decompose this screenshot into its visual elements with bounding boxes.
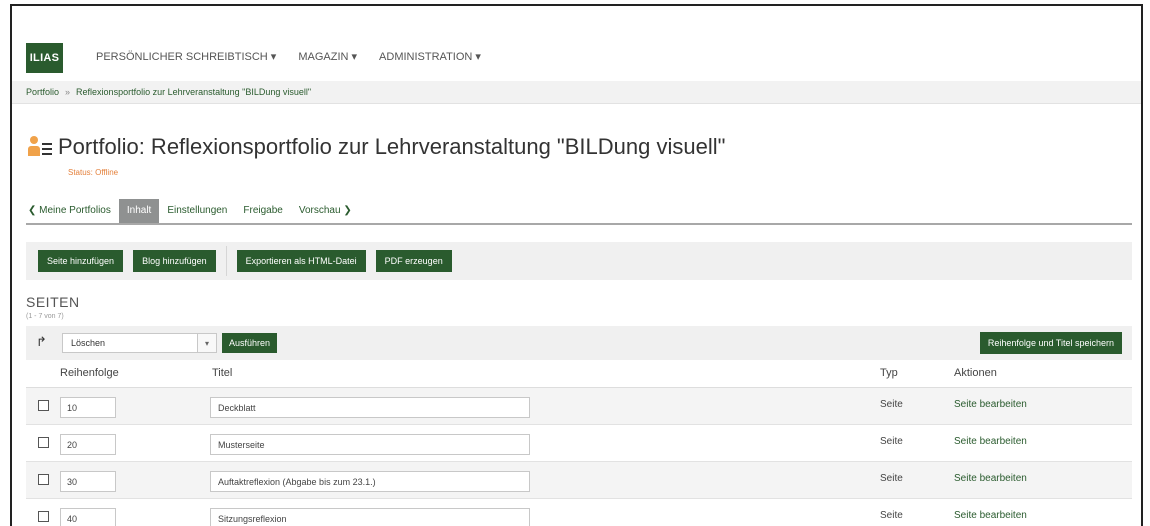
tab-content[interactable]: Inhalt [118,199,160,223]
tab-my-portfolios[interactable]: ❮ Meine Portfolios [26,199,119,223]
table-row: 30 Auftaktreflexion (Abgabe bis zum 23.1… [26,462,1132,499]
select-all-arrow-icon: ↱ [36,334,47,349]
edit-page-link[interactable]: Seite bearbeiten [954,436,1027,447]
add-page-button[interactable]: Seite hinzufügen [38,250,124,272]
order-input[interactable]: 30 [60,471,116,492]
status-text: Status: Offline [68,168,119,177]
order-input[interactable]: 40 [60,508,116,526]
row-checkbox[interactable] [38,400,49,411]
nav-repository[interactable]: MAGAZIN ▾ [298,50,357,63]
type-cell: Seite [880,436,903,447]
edit-page-link[interactable]: Seite bearbeiten [954,473,1027,484]
title-input[interactable]: Deckblatt [210,397,530,418]
type-cell: Seite [880,473,903,484]
title-input[interactable]: Sitzungsreflexion [210,508,530,526]
add-blog-button[interactable]: Blog hinzufügen [133,250,216,272]
main-nav: PERSÖNLICHER SCHREIBTISCH ▾ MAGAZIN ▾ AD… [96,50,481,63]
top-bar: ILIAS PERSÖNLICHER SCHREIBTISCH ▾ MAGAZI… [12,6,1141,81]
table-header: Reihenfolge Titel Typ Aktionen [26,360,1132,388]
breadcrumb-bar: Portfolio » Reflexionsportfolio zur Lehr… [12,81,1141,104]
row-checkbox[interactable] [38,474,49,485]
pages-table: Reihenfolge Titel Typ Aktionen 10 Deckbl… [26,360,1132,526]
table-body: 10 Deckblatt Seite Seite bearbeiten 20 M… [26,388,1132,526]
execute-button[interactable]: Ausführen [222,333,278,353]
chevron-down-icon[interactable]: ▾ [197,333,217,353]
toolbar-divider [225,246,227,276]
portfolio-icon [26,136,52,162]
tab-bar: ❮ Meine Portfolios Inhalt Einstellungen … [26,198,1132,225]
tab-settings[interactable]: Einstellungen [159,199,235,223]
type-cell: Seite [880,399,903,410]
header-order[interactable]: Reihenfolge [60,367,119,379]
order-input[interactable]: 10 [60,397,116,418]
tab-preview[interactable]: Vorschau ❯ [291,199,360,223]
tab-sharing[interactable]: Freigabe [235,199,290,223]
save-order-title-button[interactable]: Reihenfolge und Titel speichern [979,332,1122,354]
app-window: ILIAS PERSÖNLICHER SCHREIBTISCH ▾ MAGAZI… [10,4,1143,526]
breadcrumb-portfolio[interactable]: Portfolio [26,87,59,97]
action-select[interactable]: Löschen [62,333,217,353]
section-title: SEITEN [26,294,80,310]
create-pdf-button[interactable]: PDF erzeugen [375,250,452,272]
row-checkbox[interactable] [38,437,49,448]
table-row: 10 Deckblatt Seite Seite bearbeiten [26,388,1132,425]
toolbar: Seite hinzufügen Blog hinzufügen Exporti… [26,242,1132,280]
breadcrumb-current[interactable]: Reflexionsportfolio zur Lehrveranstaltun… [76,87,311,97]
export-html-button[interactable]: Exportieren als HTML-Datei [236,250,366,272]
title-input[interactable]: Auftaktreflexion (Abgabe bis zum 23.1.) [210,471,530,492]
title-input[interactable]: Musterseite [210,434,530,455]
header-title[interactable]: Titel [212,367,232,379]
edit-page-link[interactable]: Seite bearbeiten [954,510,1027,521]
breadcrumb: Portfolio » Reflexionsportfolio zur Lehr… [26,87,311,97]
order-input[interactable]: 20 [60,434,116,455]
type-cell: Seite [880,510,903,521]
nav-administration[interactable]: ADMINISTRATION ▾ [379,50,481,63]
ilias-logo[interactable]: ILIAS [26,43,63,73]
header-actions: Aktionen [954,367,997,379]
breadcrumb-separator: » [65,87,71,97]
section-count: (1 - 7 von 7) [26,313,64,320]
header-type[interactable]: Typ [880,367,898,379]
page-title: Portfolio: Reflexionsportfolio zur Lehrv… [58,134,726,159]
table-row: 20 Musterseite Seite Seite bearbeiten [26,425,1132,462]
edit-page-link[interactable]: Seite bearbeiten [954,399,1027,410]
multi-action-bar: ↱ Löschen ▾ Ausführen Reihenfolge und Ti… [26,326,1132,360]
table-row: 40 Sitzungsreflexion Seite Seite bearbei… [26,499,1132,526]
nav-personal-desktop[interactable]: PERSÖNLICHER SCHREIBTISCH ▾ [96,50,276,63]
row-checkbox[interactable] [38,511,49,522]
